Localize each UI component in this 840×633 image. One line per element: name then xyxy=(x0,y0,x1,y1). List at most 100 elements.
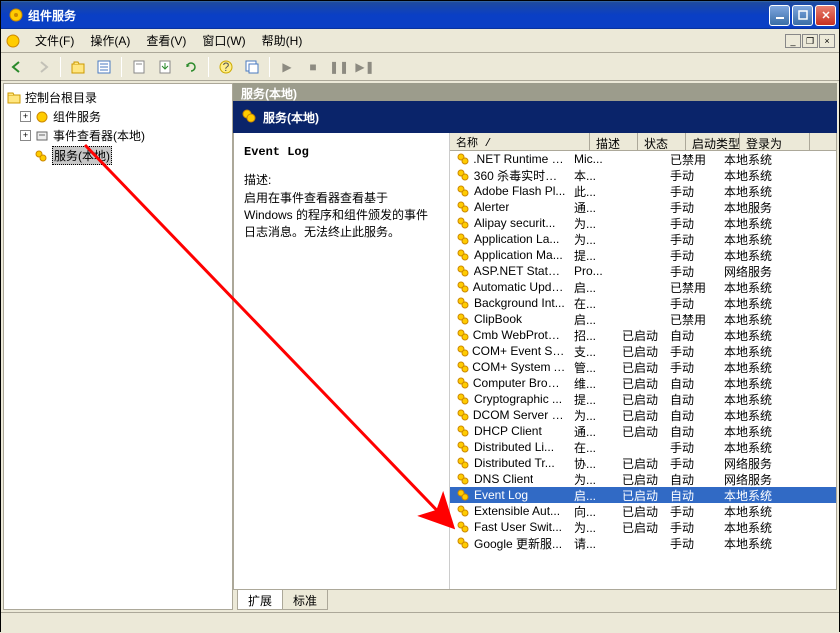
col-logon[interactable]: 登录为 xyxy=(740,133,810,150)
service-row[interactable]: Background Int...在...手动本地系统 xyxy=(450,295,836,311)
service-name: Distributed Tr... xyxy=(474,456,555,470)
gear-icon xyxy=(456,344,470,358)
services-icon xyxy=(33,148,49,164)
menu-view[interactable]: 查看(V) xyxy=(138,30,194,51)
service-startup: 手动 xyxy=(666,295,720,312)
service-desc: 支... xyxy=(570,343,618,360)
service-row[interactable]: Distributed Tr...协...已启动手动网络服务 xyxy=(450,455,836,471)
service-startup: 自动 xyxy=(666,487,720,504)
view-list-button[interactable] xyxy=(92,56,116,78)
service-row[interactable]: Event Log启...已启动自动本地系统 xyxy=(450,487,836,503)
services-icon xyxy=(241,108,257,127)
minimize-button[interactable] xyxy=(769,5,790,26)
properties-button[interactable] xyxy=(127,56,151,78)
gear-icon xyxy=(456,456,472,470)
pause-button: ❚❚ xyxy=(327,56,351,78)
toolbar-separator xyxy=(208,57,209,77)
service-desc: 本... xyxy=(570,167,618,184)
description-text: 启用在事件查看器查看基于 Windows 的程序和组件颁发的事件日志消息。无法终… xyxy=(244,190,439,240)
service-row[interactable]: ASP.NET State ...Pro...手动网络服务 xyxy=(450,263,836,279)
tree-root[interactable]: 控制台根目录 xyxy=(6,88,230,107)
service-row[interactable]: Fast User Swit...为...已启动手动本地系统 xyxy=(450,519,836,535)
gear-icon xyxy=(456,248,472,262)
gear-icon xyxy=(456,440,472,454)
gear-icon xyxy=(456,168,472,182)
service-row[interactable]: Adobe Flash Pl...此...手动本地系统 xyxy=(450,183,836,199)
up-button[interactable] xyxy=(66,56,90,78)
service-logon: 本地系统 xyxy=(720,519,790,536)
service-name: Application Ma... xyxy=(474,248,563,262)
gear-icon xyxy=(456,472,472,486)
mdi-close[interactable]: × xyxy=(819,34,835,48)
menu-window[interactable]: 窗口(W) xyxy=(194,30,253,51)
service-row[interactable]: DCOM Server Pr...为...已启动自动本地系统 xyxy=(450,407,836,423)
toolbar: ? ▶ ■ ❚❚ ▶❚ xyxy=(1,53,839,81)
service-startup: 自动 xyxy=(666,327,720,344)
col-name[interactable]: 名称 / xyxy=(450,133,590,150)
new-window-button[interactable] xyxy=(240,56,264,78)
col-status[interactable]: 状态 xyxy=(638,133,686,150)
service-row[interactable]: COM+ System Ap...管...已启动手动本地系统 xyxy=(450,359,836,375)
service-startup: 手动 xyxy=(666,183,720,200)
service-desc: 为... xyxy=(570,231,618,248)
service-name: COM+ System Ap... xyxy=(472,360,566,374)
gear-icon xyxy=(456,520,472,534)
tree-item-component-services[interactable]: + 组件服务 xyxy=(6,107,230,126)
help-button[interactable]: ? xyxy=(214,56,238,78)
service-desc: Mic... xyxy=(570,152,618,166)
service-status: 已启动 xyxy=(618,375,666,392)
service-row[interactable]: Cryptographic ...提...已启动自动本地系统 xyxy=(450,391,836,407)
services-list[interactable]: 名称 / 描述 状态 启动类型 登录为 .NET Runtime O...Mic… xyxy=(450,133,836,589)
forward-button xyxy=(31,56,55,78)
service-row[interactable]: Alerter通...手动本地服务 xyxy=(450,199,836,215)
service-name: Adobe Flash Pl... xyxy=(474,184,565,198)
service-desc: 启... xyxy=(570,487,618,504)
menu-help[interactable]: 帮助(H) xyxy=(254,30,311,51)
tree-item-services[interactable]: 服务(本地) xyxy=(6,145,230,166)
service-logon: 本地系统 xyxy=(720,439,790,456)
maximize-button[interactable] xyxy=(792,5,813,26)
service-row[interactable]: Alipay securit...为...手动本地系统 xyxy=(450,215,836,231)
mdi-minimize[interactable]: _ xyxy=(785,34,801,48)
close-button[interactable] xyxy=(815,5,836,26)
service-name: ClipBook xyxy=(474,312,522,326)
service-row[interactable]: DNS Client为...已启动自动网络服务 xyxy=(450,471,836,487)
tab-standard[interactable]: 标准 xyxy=(282,590,328,610)
menu-file[interactable]: 文件(F) xyxy=(27,30,82,51)
refresh-button[interactable] xyxy=(179,56,203,78)
service-logon: 本地系统 xyxy=(720,423,790,440)
service-logon: 本地系统 xyxy=(720,151,790,168)
service-row[interactable]: 360 杀毒实时防...本...手动本地系统 xyxy=(450,167,836,183)
service-row[interactable]: Extensible Aut...向...已启动手动本地系统 xyxy=(450,503,836,519)
service-name: Application La... xyxy=(474,232,559,246)
service-row[interactable]: Application Ma...提...手动本地系统 xyxy=(450,247,836,263)
tree-view[interactable]: 控制台根目录 + 组件服务 + 事件查看器(本地) 服务(本地) xyxy=(3,83,233,610)
service-name: Distributed Li... xyxy=(474,440,554,454)
export-button[interactable] xyxy=(153,56,177,78)
service-row[interactable]: Google 更新服...请...手动本地系统 xyxy=(450,535,836,551)
service-startup: 已禁用 xyxy=(666,151,720,168)
service-startup: 手动 xyxy=(666,359,720,376)
service-startup: 自动 xyxy=(666,423,720,440)
service-row[interactable]: Cmb WebProtect...招...已启动自动本地系统 xyxy=(450,327,836,343)
menu-action[interactable]: 操作(A) xyxy=(82,30,138,51)
tab-extended[interactable]: 扩展 xyxy=(237,590,283,610)
service-desc: 启... xyxy=(570,279,618,296)
expand-icon[interactable]: + xyxy=(20,130,31,141)
service-row[interactable]: DHCP Client通...已启动自动本地系统 xyxy=(450,423,836,439)
service-row[interactable]: Automatic Updates启...已禁用本地系统 xyxy=(450,279,836,295)
service-row[interactable]: Distributed Li...在...手动本地系统 xyxy=(450,439,836,455)
col-desc[interactable]: 描述 xyxy=(590,133,638,150)
mdi-restore[interactable]: ❐ xyxy=(802,34,818,48)
tree-item-event-viewer[interactable]: + 事件查看器(本地) xyxy=(6,126,230,145)
service-row[interactable]: COM+ Event System支...已启动手动本地系统 xyxy=(450,343,836,359)
service-row[interactable]: Computer Browser维...已启动自动本地系统 xyxy=(450,375,836,391)
service-name: COM+ Event System xyxy=(472,344,566,358)
service-row[interactable]: ClipBook启...已禁用本地系统 xyxy=(450,311,836,327)
col-startup[interactable]: 启动类型 xyxy=(686,133,740,150)
service-row[interactable]: .NET Runtime O...Mic...已禁用本地系统 xyxy=(450,151,836,167)
service-row[interactable]: Application La...为...手动本地系统 xyxy=(450,231,836,247)
back-button[interactable] xyxy=(5,56,29,78)
service-logon: 本地系统 xyxy=(720,231,790,248)
expand-icon[interactable]: + xyxy=(20,111,31,122)
